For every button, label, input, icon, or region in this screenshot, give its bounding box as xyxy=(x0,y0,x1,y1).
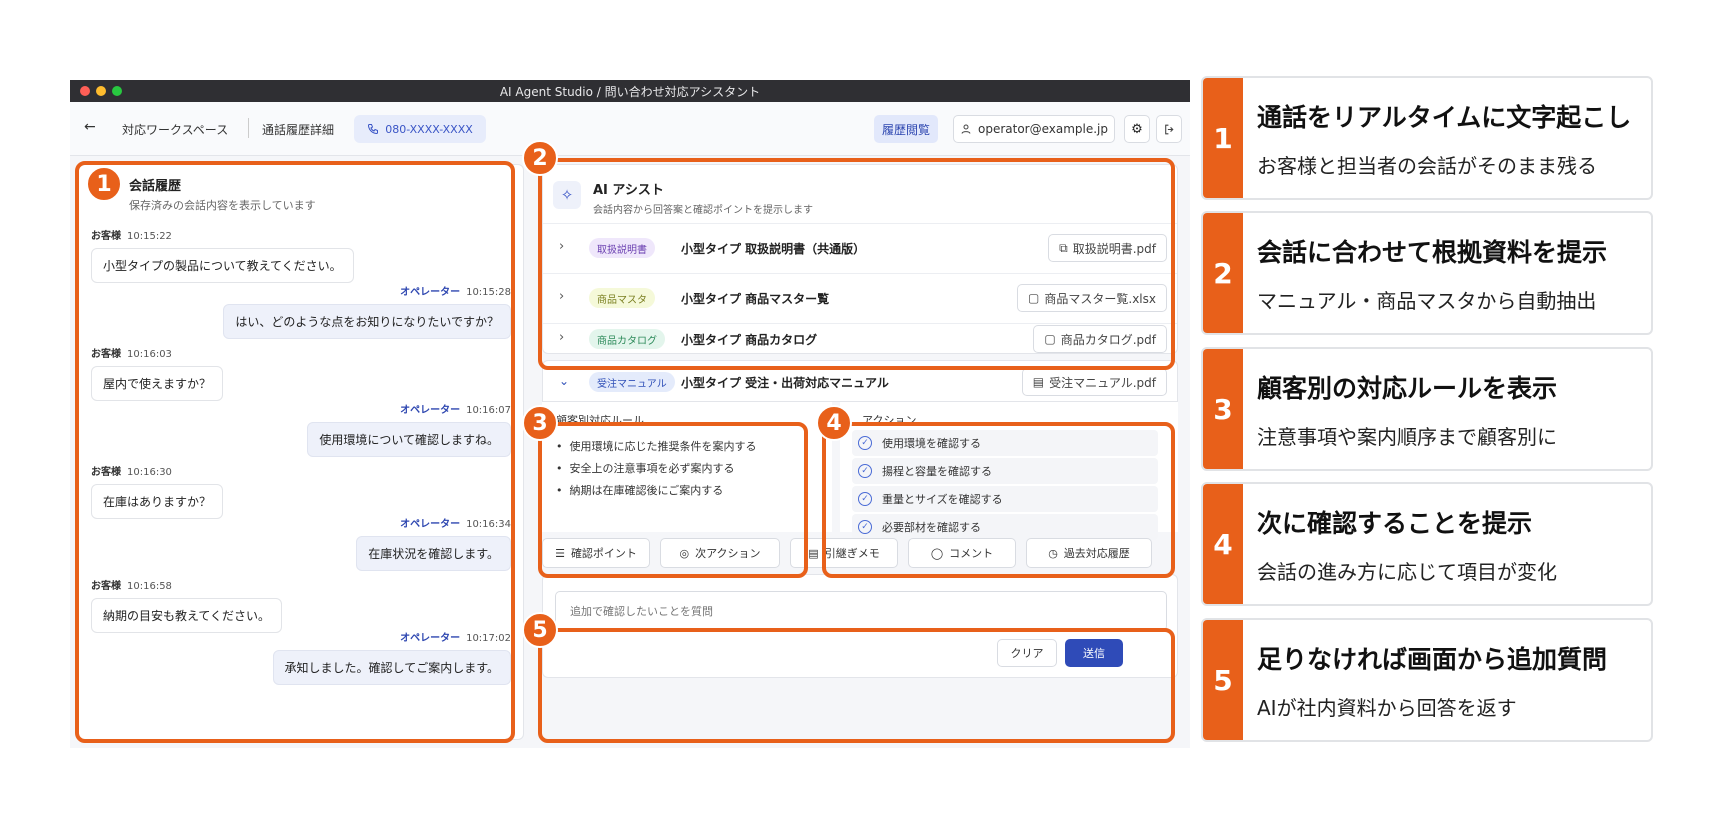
legend-subtitle: 注意事項や案内順序まで顧客別に xyxy=(1257,425,1557,449)
phone-number-chip[interactable]: 080-XXXX-XXXX xyxy=(354,115,486,143)
callout-number-4: 4 xyxy=(816,405,852,441)
legend-subtitle: AIが社内資料から回答を返す xyxy=(1257,696,1517,720)
gear-icon: ⚙ xyxy=(1131,121,1143,137)
legend-number: 4 xyxy=(1203,484,1243,604)
legend-number: 5 xyxy=(1203,620,1243,740)
callout-frame-3 xyxy=(538,422,808,578)
legend-card: 1 通話をリアルタイムに文字起こし お客様と担当者の会話がそのまま残る xyxy=(1201,76,1653,200)
legend-title: 顧客別の対応ルールを表示 xyxy=(1257,374,1558,403)
phone-number: 080-XXXX-XXXX xyxy=(385,122,473,136)
logout-button[interactable] xyxy=(1156,115,1182,143)
history-view-button[interactable]: 履歴閲覧 xyxy=(874,115,938,143)
back-arrow-icon[interactable]: ← xyxy=(84,119,96,135)
file-icon: ▤ xyxy=(1032,375,1045,389)
callout-number-5: 5 xyxy=(522,612,558,648)
open-file-button[interactable]: ▤ 受注マニュアル.pdf xyxy=(1021,368,1167,396)
callout-frame-4 xyxy=(822,422,1175,578)
document-name: 小型タイプ 受注・出荷対応マニュアル xyxy=(681,376,889,390)
user-email: operator@example.jp xyxy=(977,122,1109,136)
legend-subtitle: お客様と担当者の会話がそのまま残る xyxy=(1257,154,1597,178)
legend-card: 5 足りなければ画面から追加質問 AIが社内資料から回答を返す xyxy=(1201,618,1653,742)
legend-subtitle: 会話の進み方に応じて項目が変化 xyxy=(1257,560,1557,584)
legend-number: 2 xyxy=(1203,213,1243,333)
legend-number: 1 xyxy=(1203,78,1243,198)
maximize-window-icon[interactable] xyxy=(112,86,122,96)
callout-frame-1 xyxy=(75,161,515,743)
settings-button[interactable]: ⚙ xyxy=(1124,115,1150,143)
logout-icon xyxy=(1164,124,1174,134)
user-account-button[interactable]: operator@example.jp xyxy=(953,115,1115,143)
legend-card: 4 次に確認することを提示 会話の進み方に応じて項目が変化 xyxy=(1201,482,1653,606)
legend-title: 足りなければ画面から追加質問 xyxy=(1257,645,1608,674)
minimize-window-icon[interactable] xyxy=(96,86,106,96)
callout-number-2: 2 xyxy=(522,140,558,176)
callout-number-3: 3 xyxy=(522,405,558,441)
header: ← 対応ワークスペース 通話履歴詳細 080-XXXX-XXXX 履歴閲覧 op… xyxy=(70,102,1190,156)
legend-title: 通話をリアルタイムに文字起こし xyxy=(1257,103,1632,132)
legend-subtitle: マニュアル・商品マスタから自動抽出 xyxy=(1257,289,1597,313)
callout-number-1: 1 xyxy=(86,166,122,202)
legend-card: 2 会話に合わせて根拠資料を提示 マニュアル・商品マスタから自動抽出 xyxy=(1201,211,1653,335)
window-title: AI Agent Studio / 問い合わせ対応アシスタント xyxy=(499,84,761,99)
breadcrumb-call-detail: 通話履歴詳細 xyxy=(262,123,335,137)
title-bar: AI Agent Studio / 問い合わせ対応アシスタント xyxy=(70,80,1190,102)
callout-frame-2 xyxy=(538,158,1175,370)
memo-icon: ▤ xyxy=(808,546,819,560)
chevron-down-icon[interactable]: ⌄ xyxy=(559,374,569,388)
breadcrumb-workspace[interactable]: 対応ワークスペース xyxy=(122,121,228,138)
close-window-icon[interactable] xyxy=(80,86,90,96)
legend-card: 3 顧客別の対応ルールを表示 注意事項や案内順序まで顧客別に xyxy=(1201,347,1653,471)
document-tag: 受注マニュアル xyxy=(589,372,675,392)
user-icon xyxy=(961,124,971,134)
callout-frame-5 xyxy=(538,628,1175,743)
legend-number: 3 xyxy=(1203,349,1243,469)
legend-title: 次に確認することを提示 xyxy=(1257,509,1533,538)
legend-title: 会話に合わせて根拠資料を提示 xyxy=(1257,238,1608,267)
breadcrumb-divider xyxy=(248,118,249,138)
file-name: 受注マニュアル.pdf xyxy=(1049,375,1156,390)
phone-icon xyxy=(368,124,379,135)
question-input[interactable] xyxy=(555,591,1167,631)
